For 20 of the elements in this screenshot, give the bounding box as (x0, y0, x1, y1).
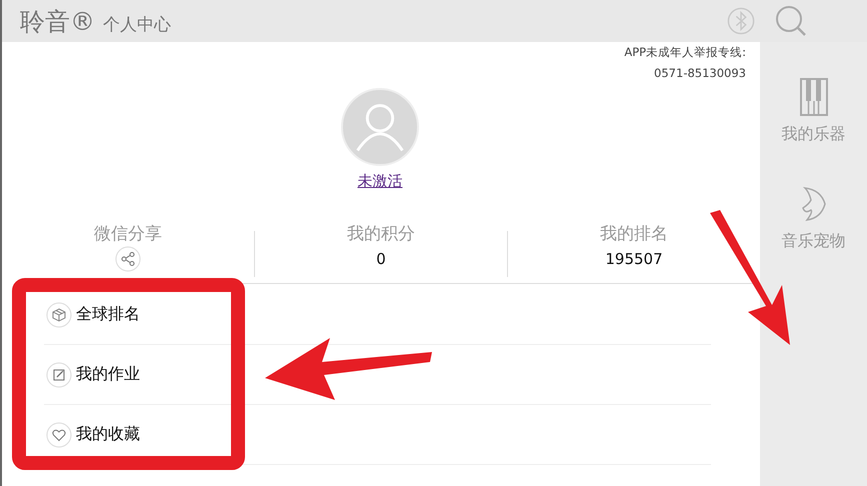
menu-item[interactable]: 全球排名 (76, 304, 140, 325)
stat-label: 我的积分 (347, 223, 415, 245)
page-title: 个人中心 (103, 14, 171, 36)
cube-icon (46, 302, 72, 328)
hotline-number: 0571-85130093 (654, 65, 746, 81)
edit-icon (46, 362, 72, 388)
search-icon[interactable] (775, 5, 807, 37)
stat-label: 微信分享 (94, 223, 162, 245)
stat-label: 我的排名 (600, 223, 668, 245)
menu-item[interactable]: 我的作业 (76, 364, 140, 385)
app-logo-text: 聆音® (20, 6, 95, 38)
avatar-icon[interactable] (341, 88, 419, 166)
piano-icon[interactable] (798, 76, 828, 118)
hotline-label: APP未成年人举报专线: (624, 44, 746, 60)
bluetooth-icon[interactable] (727, 7, 755, 35)
stat-value: 0 (376, 250, 386, 268)
stat-value: 195507 (605, 250, 663, 268)
activation-link[interactable]: 未激活 (358, 172, 402, 191)
share-icon[interactable] (115, 246, 141, 272)
menu-item[interactable]: 我的收藏 (76, 424, 140, 445)
